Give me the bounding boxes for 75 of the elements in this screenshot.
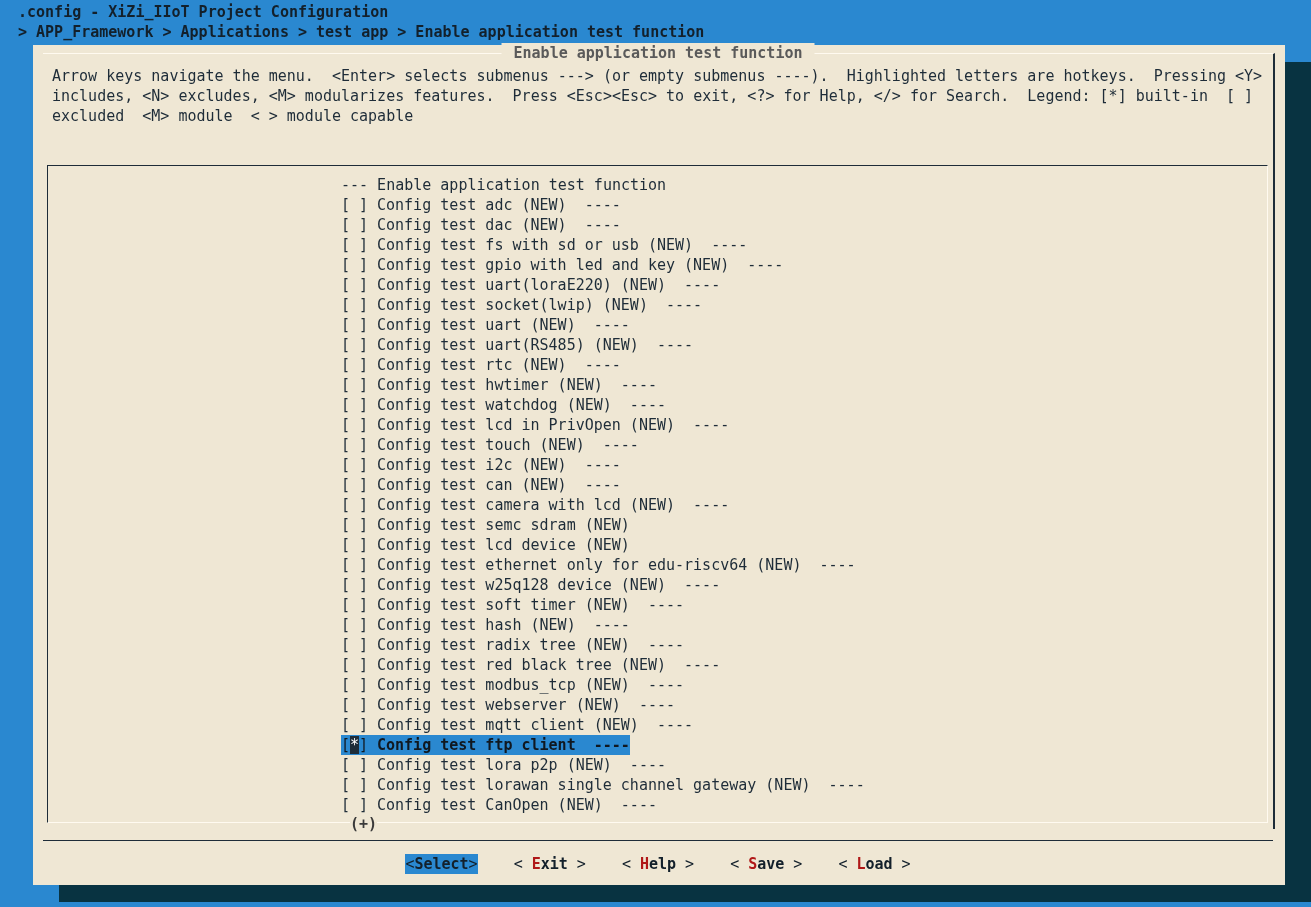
menu-item[interactable]: [ ] Config test radix tree (NEW) ----: [341, 635, 685, 655]
checkbox[interactable]: [ ]: [341, 295, 377, 315]
menu-item[interactable]: [ ] Config test uart (NEW) ----: [341, 315, 630, 335]
checkbox[interactable]: [ ]: [341, 635, 377, 655]
checkbox[interactable]: [ ]: [341, 575, 377, 595]
menu-item[interactable]: [ ] Config test hash (NEW) ----: [341, 615, 630, 635]
menu-item[interactable]: [ ] Config test ethernet only for edu-riscv64 (NEW) ----: [341, 555, 856, 575]
checkbox[interactable]: [ ]: [341, 355, 377, 375]
more-indicator: (+): [350, 814, 378, 834]
checkbox[interactable]: [ ]: [341, 255, 377, 275]
checkbox[interactable]: [ ]: [341, 595, 377, 615]
menu-item[interactable]: [ ] Config test modbus_tcp (NEW) ----: [341, 675, 685, 695]
menu-item[interactable]: [*] Config test ftp client ----: [341, 735, 630, 755]
checkbox[interactable]: [ ]: [341, 775, 377, 795]
checkbox[interactable]: [ ]: [341, 215, 377, 235]
menu-comment: --- Enable application test function: [341, 175, 667, 195]
checkbox[interactable]: [ ]: [341, 315, 377, 335]
checkbox[interactable]: [ ]: [341, 715, 377, 735]
menu-item[interactable]: [ ] Config test gpio with led and key (NEW) ----: [341, 255, 784, 275]
checkbox[interactable]: [ ]: [341, 335, 377, 355]
checkbox[interactable]: [ ]: [341, 495, 377, 515]
menu-item[interactable]: [ ] Config test fs with sd or usb (NEW) ----: [341, 235, 748, 255]
checkbox[interactable]: [ ]: [341, 455, 377, 475]
menu-button[interactable]: < Exit >: [513, 854, 586, 874]
help-text: excluded <M> module < > module capable: [52, 106, 415, 126]
breadcrumb: > APP_Framework > Applications > test app > Enable application test function: [18, 22, 706, 42]
menu-item[interactable]: [ ] Config test adc (NEW) ----: [341, 195, 621, 215]
menu-button[interactable]: < Load >: [838, 854, 911, 874]
menu-button[interactable]: < Help >: [621, 854, 695, 874]
checkbox[interactable]: [ ]: [341, 675, 377, 695]
checkbox[interactable]: [ ]: [341, 795, 377, 815]
window-title: .config - XiZi_IIoT Project Configuration: [18, 2, 390, 22]
menu-item[interactable]: [ ] Config test hwtimer (NEW) ----: [341, 375, 657, 395]
checkbox[interactable]: [ ]: [341, 275, 377, 295]
menu-item[interactable]: [ ] Config test lora p2p (NEW) ----: [341, 755, 666, 775]
menu-item[interactable]: [ ] Config test webserver (NEW) ----: [341, 695, 675, 715]
checkbox[interactable]: [ ]: [341, 235, 377, 255]
checkbox[interactable]: [ ]: [341, 655, 377, 675]
menu-item[interactable]: [ ] Config test i2c (NEW) ----: [341, 455, 621, 475]
checkbox[interactable]: [ ]: [341, 475, 377, 495]
menu-item[interactable]: [ ] Config test watchdog (NEW) ----: [341, 395, 666, 415]
menu-item[interactable]: [ ] Config test uart(RS485) (NEW) ----: [341, 335, 694, 355]
checkbox[interactable]: [ ]: [341, 555, 377, 575]
help-text: Arrow keys navigate the menu. <Enter> selects submenus ---> (or empty submenus ----). Highlighted letters are hotkeys. Pressing <Y>: [52, 66, 1264, 86]
checkbox[interactable]: [*]: [341, 735, 377, 755]
menu-item[interactable]: [ ] Config test can (NEW) ----: [341, 475, 621, 495]
menu-button[interactable]: <Select>: [405, 854, 478, 874]
checkbox[interactable]: [ ]: [341, 195, 377, 215]
checkbox[interactable]: [ ]: [341, 535, 377, 555]
menu-item[interactable]: [ ] Config test camera with lcd (NEW) ----: [341, 495, 730, 515]
menu-item[interactable]: [ ] Config test semc sdram (NEW): [341, 515, 630, 535]
checkbox[interactable]: [ ]: [341, 435, 377, 455]
dialog-title: Enable application test function: [501, 43, 815, 63]
menu-item[interactable]: [ ] Config test CanOpen (NEW) ----: [341, 795, 657, 815]
menu-item[interactable]: [ ] Config test w25q128 device (NEW) ----: [341, 575, 721, 595]
help-text: includes, <N> excludes, <M> modularizes features. Press <Esc><Esc> to exit, <?> for Help, </> for Search. Legend: [*] built-in [ ]: [52, 86, 1255, 106]
checkbox[interactable]: [ ]: [341, 695, 377, 715]
menu-item[interactable]: [ ] Config test socket(lwip) (NEW) ----: [341, 295, 703, 315]
checkbox[interactable]: [ ]: [341, 375, 377, 395]
checkbox[interactable]: [ ]: [341, 415, 377, 435]
checkbox[interactable]: [ ]: [341, 395, 377, 415]
menu-item[interactable]: [ ] Config test mqtt client (NEW) ----: [341, 715, 694, 735]
menu-item[interactable]: [ ] Config test dac (NEW) ----: [341, 215, 621, 235]
menu-item[interactable]: [ ] Config test lcd device (NEW): [341, 535, 630, 555]
checkbox[interactable]: [ ]: [341, 755, 377, 775]
menu-button[interactable]: < Save >: [730, 854, 803, 874]
checkbox[interactable]: [ ]: [341, 515, 377, 535]
menu-item[interactable]: [ ] Config test uart(loraE220) (NEW) ----: [341, 275, 721, 295]
menu-item[interactable]: [ ] Config test rtc (NEW) ----: [341, 355, 621, 375]
menu-item[interactable]: [ ] Config test soft timer (NEW) ----: [341, 595, 685, 615]
menu-item[interactable]: [ ] Config test lcd in PrivOpen (NEW) ----: [341, 415, 730, 435]
menu-item[interactable]: [ ] Config test touch (NEW) ----: [341, 435, 639, 455]
menu-item[interactable]: [ ] Config test red black tree (NEW) ----: [341, 655, 721, 675]
menu-item[interactable]: [ ] Config test lorawan single channel gateway (NEW) ----: [341, 775, 865, 795]
checkbox[interactable]: [ ]: [341, 615, 377, 635]
